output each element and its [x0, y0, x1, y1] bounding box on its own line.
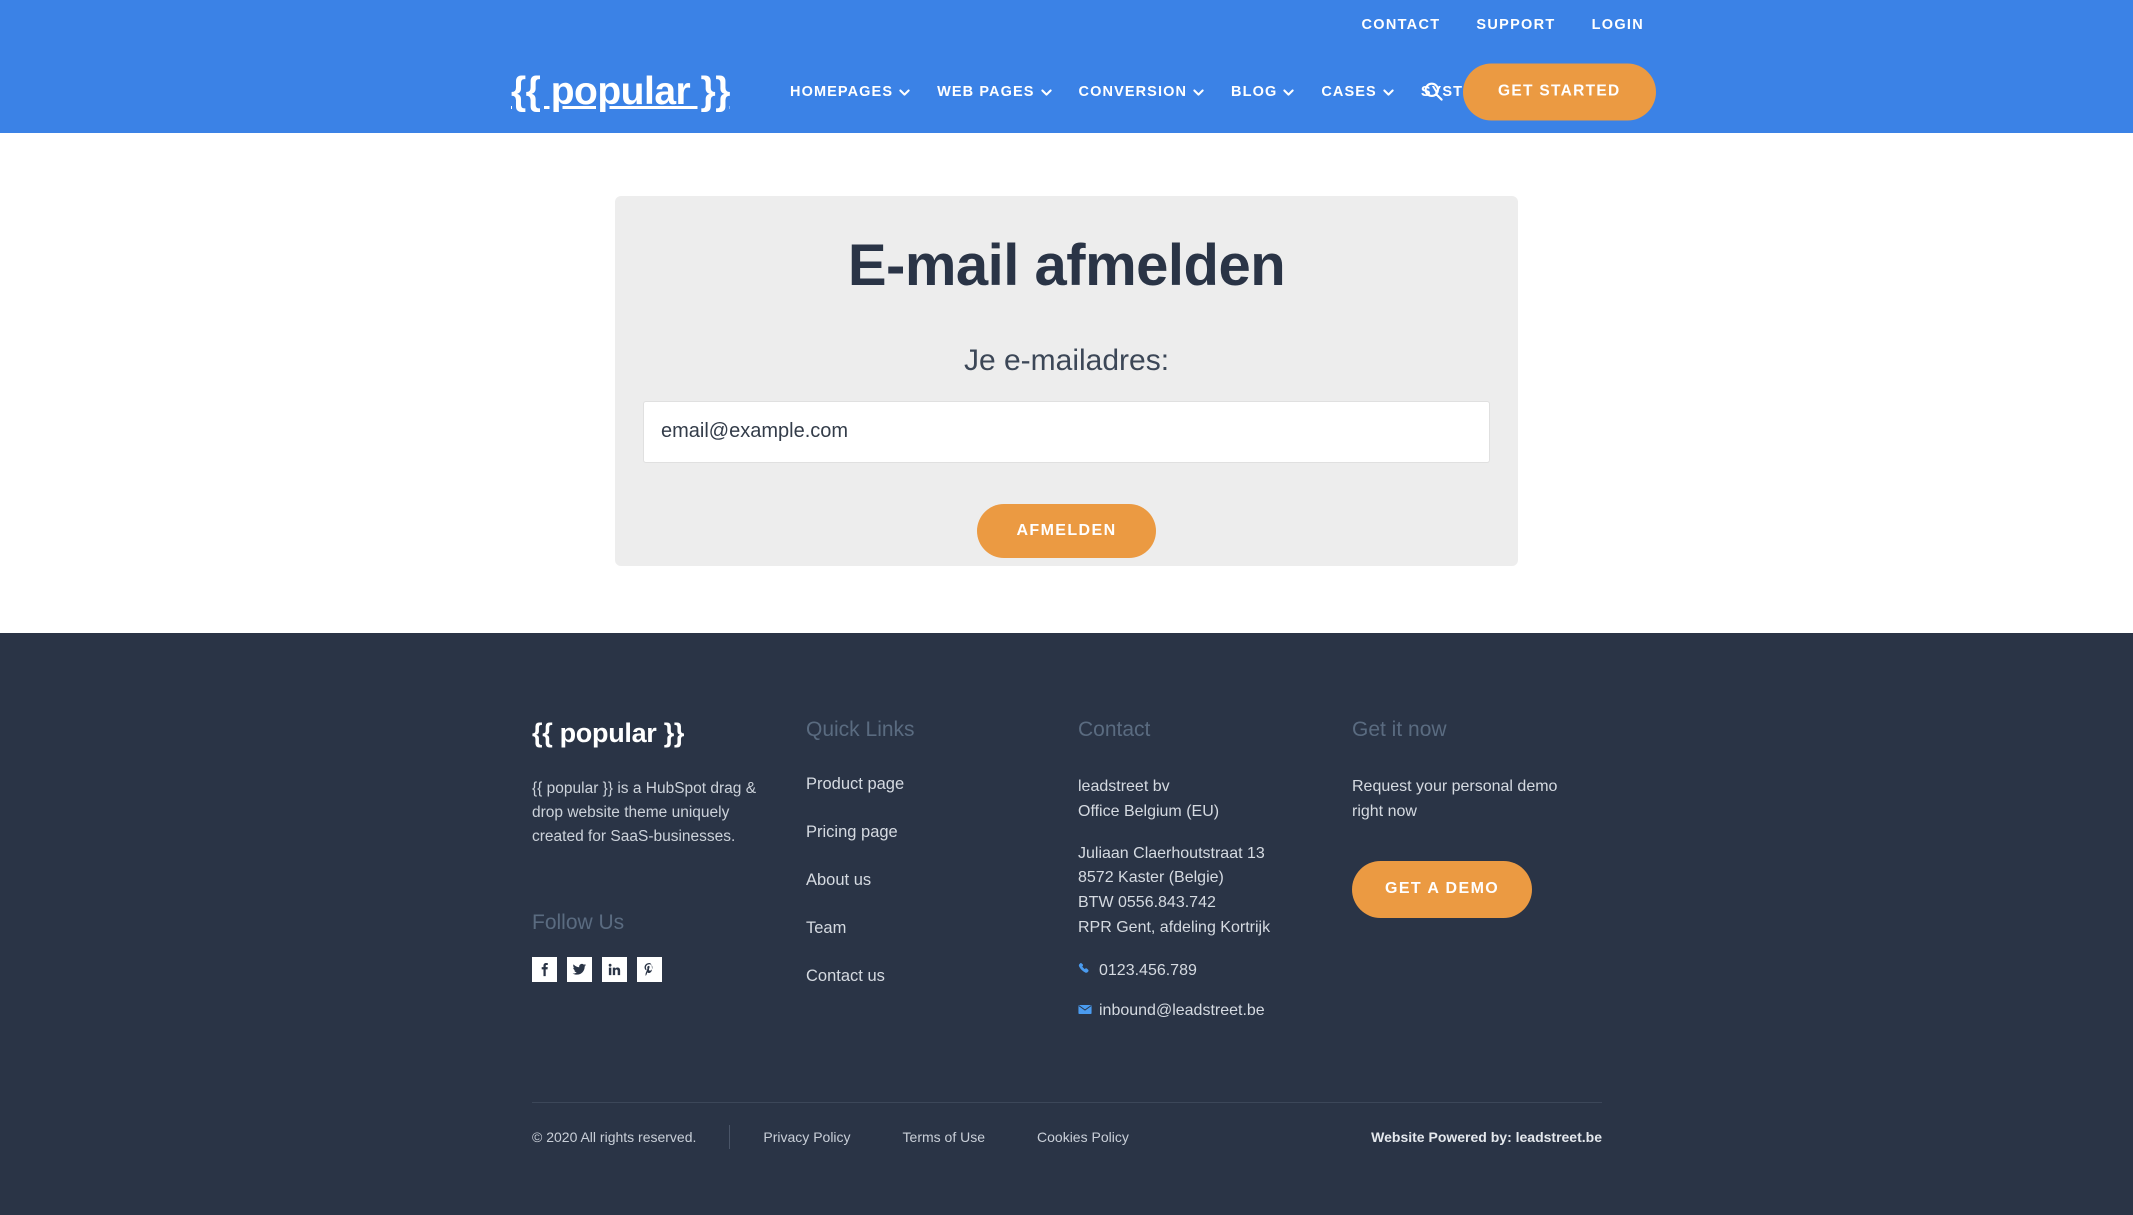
email-input[interactable] [643, 400, 1490, 463]
bottom-link-terms-of-use[interactable]: Terms of Use [903, 1129, 985, 1145]
pinterest-icon[interactable] [637, 957, 662, 983]
footer-column-contact: Contact leadstreet bv Office Belgium (EU… [1078, 718, 1352, 1020]
email-field-label: Je e-mailadres: [963, 343, 1170, 377]
quick-link-product-page[interactable]: Product page [806, 775, 1078, 794]
site-footer: {{ popular }} {{ popular }} is a HubSpot… [0, 633, 2133, 1215]
follow-us-heading: Follow Us [532, 911, 625, 935]
quick-links-heading: Quick Links [806, 718, 915, 741]
chevron-down-icon [899, 87, 910, 98]
contact-company: leadstreet bv [1078, 778, 1170, 795]
chevron-down-icon [1383, 87, 1394, 98]
main-nav-row: {{ popular }} HOMEPAGES WEB PAGES CONVER… [0, 50, 2133, 133]
footer-column-brand: {{ popular }} {{ popular }} is a HubSpot… [532, 718, 805, 1020]
chevron-down-icon [1283, 87, 1294, 98]
utility-link-contact[interactable]: CONTACT [1361, 17, 1440, 33]
envelope-icon [1078, 1002, 1092, 1020]
nav-item-cases[interactable]: CASES [1321, 83, 1394, 100]
footer-logo: {{ popular }} [532, 718, 685, 748]
copyright-text: © 2020 All rights reserved. [532, 1129, 697, 1145]
unsubscribe-form-card: E-mail afmelden Je e-mailadres: AFMELDEN [615, 196, 1518, 566]
footer-inner: {{ popular }} {{ popular }} is a HubSpot… [532, 633, 1602, 1215]
utility-link-login[interactable]: LOGIN [1592, 17, 1644, 33]
get-started-button[interactable]: GET STARTED [1463, 63, 1656, 120]
main-nav: HOMEPAGES WEB PAGES CONVERSION BLOG CASE… [790, 84, 1504, 100]
contact-vat: BTW 0556.843.742 [1078, 894, 1216, 912]
contact-email: inbound@leadstreet.be [1099, 1001, 1265, 1019]
contact-email-row[interactable]: inbound@leadstreet.be [1078, 1002, 1352, 1020]
quick-link-team[interactable]: Team [806, 919, 1078, 938]
chevron-down-icon [1193, 87, 1204, 98]
contact-phone: 0123.456.789 [1099, 962, 1197, 980]
demo-text: Request your personal demo right now [1352, 778, 1558, 820]
chevron-down-icon [1040, 87, 1052, 98]
page-title: E-mail afmelden [847, 233, 1286, 298]
contact-street: Juliaan Claerhoutstraat 13 [1078, 844, 1265, 862]
facebook-icon[interactable] [532, 957, 557, 983]
bottom-separator [729, 1125, 731, 1149]
main-content: E-mail afmelden Je e-mailadres: AFMELDEN [0, 133, 2133, 633]
phone-icon [1078, 962, 1092, 981]
search-icon[interactable] [1416, 75, 1450, 109]
bottom-link-cookies-policy[interactable]: Cookies Policy [1037, 1129, 1129, 1145]
bottom-link-privacy-policy[interactable]: Privacy Policy [763, 1129, 850, 1145]
contact-heading: Contact [1078, 718, 1151, 741]
footer-description: {{ popular }} is a HubSpot drag & drop w… [532, 780, 757, 846]
contact-registry: RPR Gent, afdeling Kortrijk [1078, 918, 1271, 936]
footer-bottom-bar: © 2020 All rights reserved. Privacy Poli… [532, 1125, 1602, 1149]
utility-nav: CONTACT SUPPORT LOGIN [1361, 0, 2133, 50]
footer-column-quick-links: Quick Links Product page Pricing page Ab… [805, 718, 1078, 1020]
footer-columns: {{ popular }} {{ popular }} is a HubSpot… [532, 718, 1602, 1020]
site-header: CONTACT SUPPORT LOGIN {{ popular }} HOME… [0, 0, 2133, 133]
utility-link-support[interactable]: SUPPORT [1476, 17, 1555, 33]
contact-office: Office Belgium (EU) [1078, 802, 1220, 820]
powered-by-text: Website Powered by: leadstreet.be [1371, 1129, 1602, 1145]
contact-phone-row[interactable]: 0123.456.789 [1078, 962, 1352, 981]
nav-item-web-pages[interactable]: WEB PAGES [937, 83, 1052, 100]
nav-item-homepages[interactable]: HOMEPAGES [790, 84, 910, 100]
twitter-icon[interactable] [567, 957, 592, 983]
nav-item-conversion[interactable]: CONVERSION [1079, 84, 1205, 100]
get-it-now-heading: Get it now [1352, 718, 1447, 741]
quick-link-pricing-page[interactable]: Pricing page [806, 823, 1078, 842]
nav-item-label: HOMEPAGES [790, 83, 894, 100]
nav-item-label: CASES [1321, 83, 1377, 100]
nav-item-label: BLOG [1231, 83, 1278, 100]
quick-link-about-us[interactable]: About us [806, 871, 1078, 890]
social-links [532, 957, 805, 983]
contact-city: 8572 Kaster (Belgie) [1078, 869, 1224, 887]
footer-column-demo: Get it now Request your personal demo ri… [1352, 718, 1602, 1020]
nav-item-label: WEB PAGES [937, 83, 1035, 100]
nav-item-blog[interactable]: BLOG [1231, 84, 1294, 100]
quick-link-contact-us[interactable]: Contact us [806, 967, 1078, 986]
get-a-demo-button[interactable]: GET A DEMO [1352, 860, 1533, 918]
linkedin-icon[interactable] [602, 957, 627, 983]
site-logo[interactable]: {{ popular }} [511, 70, 730, 114]
footer-divider [532, 1102, 1602, 1103]
unsubscribe-submit-button[interactable]: AFMELDEN [977, 503, 1156, 558]
nav-item-label: CONVERSION [1078, 83, 1188, 100]
